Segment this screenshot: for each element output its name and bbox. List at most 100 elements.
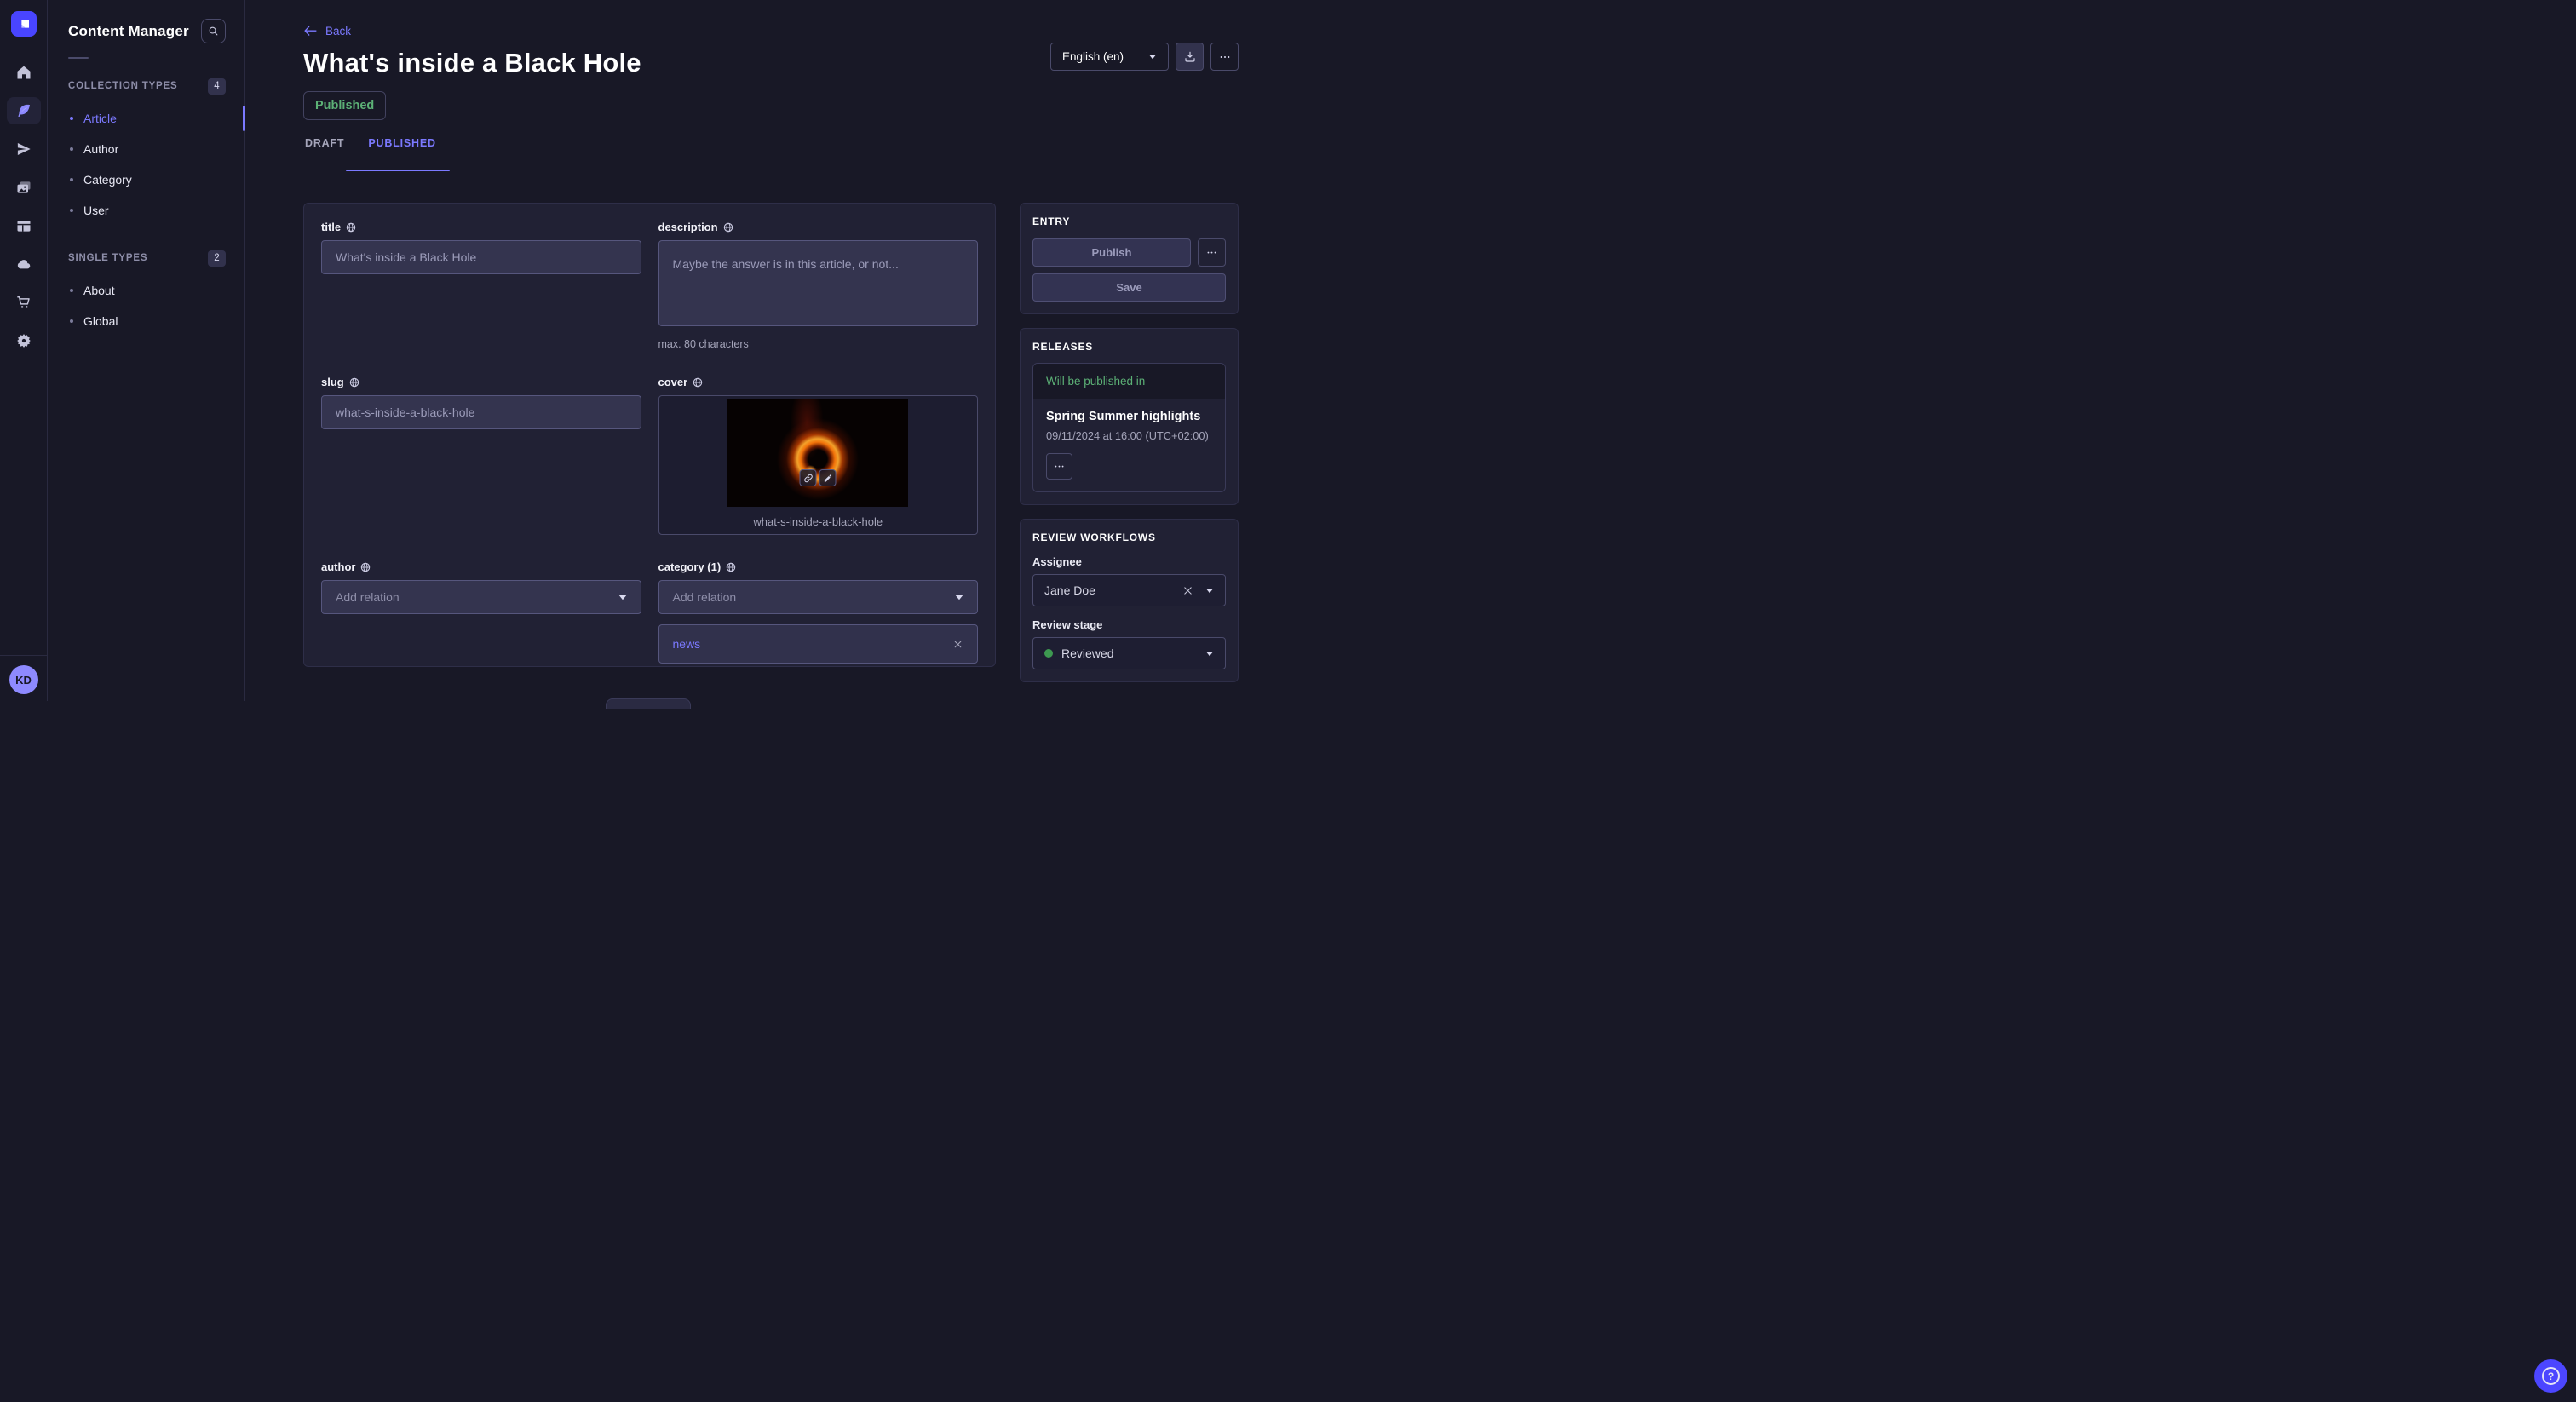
single-types-count: 2 [208, 250, 226, 267]
export-button[interactable] [1176, 43, 1204, 71]
link-icon [803, 474, 813, 483]
back-link[interactable]: Back [303, 25, 351, 37]
clear-assignee-icon[interactable] [1182, 585, 1193, 596]
sidebar-item-user[interactable]: User [48, 195, 244, 226]
sidebar-item-global[interactable]: Global [48, 306, 244, 336]
hidden-section-peek [606, 698, 691, 709]
ellipsis-icon [1053, 460, 1066, 473]
save-button[interactable]: Save [1032, 273, 1226, 302]
cloud-icon[interactable] [7, 250, 41, 278]
collection-types-section: COLLECTION TYPES 4 Article Author Catego… [48, 76, 244, 226]
edit-image-button[interactable] [819, 469, 837, 486]
help-button[interactable]: ? [2534, 1359, 2567, 1393]
copy-link-button[interactable] [800, 469, 817, 486]
field-cover: cover [658, 376, 979, 535]
review-workflows-heading: REVIEW WORKFLOWS [1032, 531, 1226, 543]
nav-rail: KD [0, 0, 48, 701]
review-stage-label: Review stage [1032, 618, 1226, 631]
cover-caption: what-s-inside-a-black-hole [753, 515, 883, 528]
bullet-icon [70, 209, 73, 212]
cover-media-card: what-s-inside-a-black-hole [658, 395, 979, 535]
back-arrow-icon [303, 25, 318, 37]
stage-status-dot [1044, 649, 1053, 658]
remove-relation-icon[interactable] [952, 639, 963, 650]
slug-input[interactable] [321, 395, 641, 429]
bullet-icon [70, 289, 73, 292]
single-types-label: SINGLE TYPES [68, 253, 147, 263]
globe-icon [726, 562, 736, 572]
releases-panel: RELEASES Will be published in Spring Sum… [1020, 328, 1239, 505]
field-description: description Maybe the answer is in this … [658, 221, 979, 350]
relation-link[interactable]: news [673, 637, 701, 651]
side-column: ENTRY Publish Save RELEASES Wil [1020, 203, 1239, 682]
chevron-down-icon [1148, 54, 1157, 60]
cart-icon[interactable] [7, 289, 41, 316]
media-library-icon[interactable] [7, 174, 41, 201]
question-mark-icon: ? [2542, 1367, 2560, 1385]
field-author: author Add relation [321, 560, 641, 614]
sidebar-item-author[interactable]: Author [48, 134, 244, 164]
rail-divider [0, 655, 47, 656]
active-item-indicator [243, 106, 245, 131]
category-relation-select[interactable]: Add relation [658, 580, 979, 614]
chevron-down-icon [1205, 651, 1214, 657]
entry-more-button[interactable] [1198, 238, 1226, 267]
globe-icon [346, 222, 356, 233]
review-workflows-panel: REVIEW WORKFLOWS Assignee Jane Doe [1020, 519, 1239, 682]
review-stage-select[interactable]: Reviewed [1032, 637, 1226, 669]
title-input[interactable] [321, 240, 641, 274]
home-icon[interactable] [7, 59, 41, 86]
header-more-button[interactable] [1210, 43, 1239, 71]
chevron-down-icon [1205, 588, 1214, 594]
globe-icon [349, 377, 359, 388]
pencil-icon [823, 474, 832, 483]
strapi-logo-icon [17, 17, 31, 31]
author-relation-select[interactable]: Add relation [321, 580, 641, 614]
ellipsis-icon [1218, 50, 1232, 64]
field-slug: slug [321, 376, 641, 429]
assignee-combobox[interactable]: Jane Doe [1032, 574, 1226, 606]
search-icon [207, 25, 220, 37]
description-textarea[interactable]: Maybe the answer is in this article, or … [658, 240, 979, 326]
bullet-icon [70, 178, 73, 181]
release-card: Will be published in Spring Summer highl… [1032, 363, 1226, 492]
language-select[interactable]: English (en) [1050, 43, 1169, 71]
entry-heading: ENTRY [1032, 215, 1226, 227]
tab-draft[interactable]: DRAFT [303, 134, 356, 171]
layout-icon[interactable] [7, 212, 41, 239]
description-hint: max. 80 characters [658, 338, 979, 350]
release-title[interactable]: Spring Summer highlights [1046, 410, 1212, 423]
globe-icon [693, 377, 703, 388]
field-category: category (1) Add relation [658, 560, 979, 664]
tab-published[interactable]: PUBLISHED [356, 134, 447, 171]
bullet-icon [70, 117, 73, 120]
user-avatar[interactable]: KD [9, 665, 38, 694]
paper-plane-icon[interactable] [7, 135, 41, 163]
page-title: What's inside a Black Hole [303, 48, 641, 78]
strapi-logo[interactable] [11, 11, 37, 37]
release-more-button[interactable] [1046, 453, 1072, 480]
gear-icon[interactable] [7, 327, 41, 354]
ellipsis-icon [1205, 246, 1218, 259]
cover-image-black-hole[interactable] [727, 399, 908, 507]
sidebar-divider [68, 57, 89, 59]
entry-panel: ENTRY Publish Save [1020, 203, 1239, 314]
bullet-icon [70, 147, 73, 151]
publish-button[interactable]: Publish [1032, 238, 1191, 267]
app-window: KD Content Manager COLLECTION TYPES 4 Ar… [0, 0, 1288, 701]
releases-heading: RELEASES [1032, 341, 1226, 353]
sidebar-item-about[interactable]: About [48, 275, 244, 306]
globe-icon [723, 222, 733, 233]
content-manager-feather-icon[interactable] [7, 97, 41, 124]
sidebar-item-article[interactable]: Article [48, 103, 244, 134]
release-status: Will be published in [1033, 364, 1225, 399]
header-controls: English (en) [1050, 43, 1239, 71]
bullet-icon [70, 319, 73, 323]
sidebar-item-category[interactable]: Category [48, 164, 244, 195]
collection-types-label: COLLECTION TYPES [68, 81, 177, 91]
globe-icon [360, 562, 371, 572]
assignee-label: Assignee [1032, 555, 1226, 568]
version-tabs: DRAFT PUBLISHED [303, 134, 1239, 171]
status-badge: Published [303, 91, 386, 120]
search-button[interactable] [201, 19, 226, 43]
